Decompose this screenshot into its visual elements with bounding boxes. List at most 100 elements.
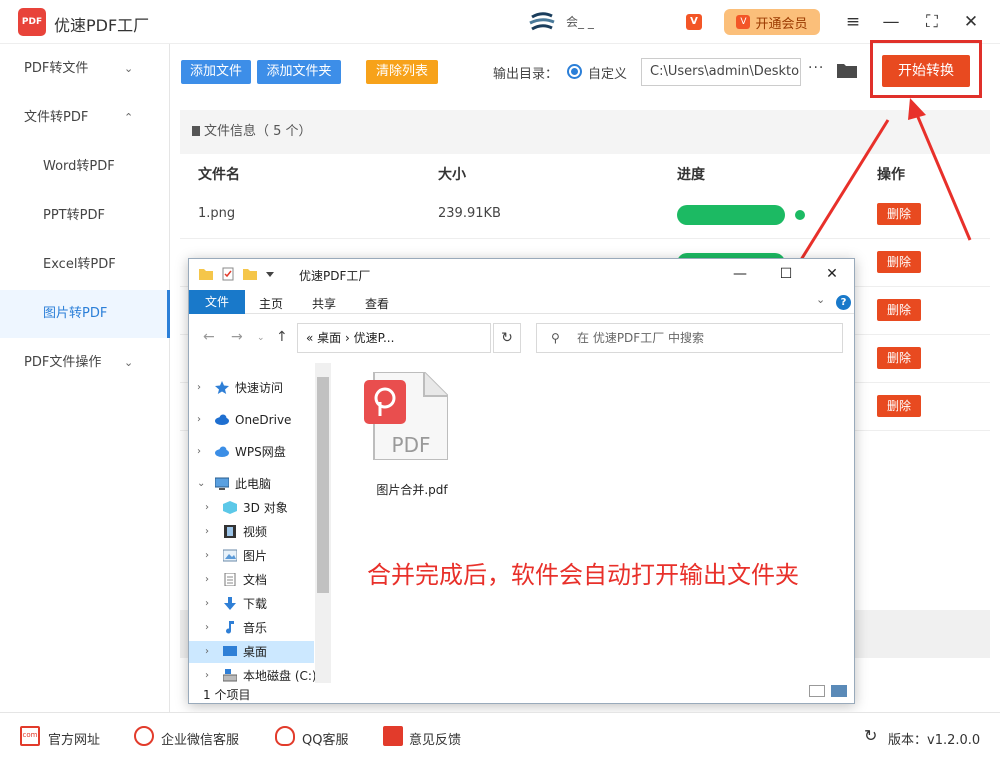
tree-item-this-pc[interactable]: ⌄ 此电脑	[189, 473, 314, 495]
expand-icon[interactable]: ›	[205, 569, 209, 591]
download-icon	[224, 597, 236, 610]
customize-quick-access-icon[interactable]	[263, 267, 277, 281]
expand-icon[interactable]: ›	[205, 665, 209, 687]
close-icon[interactable]: ✕	[817, 263, 847, 285]
folder-icon[interactable]	[199, 267, 213, 281]
expand-icon[interactable]: ›	[205, 641, 209, 663]
tree-item-wps-cloud[interactable]: › WPS网盘	[189, 441, 314, 463]
sidebar-item-pdf-operations[interactable]: PDF文件操作 ⌄	[0, 339, 170, 387]
video-icon	[224, 525, 236, 538]
search-placeholder: 在 优速PDF工厂 中搜索	[577, 331, 705, 345]
sidebar-item-label: PDF文件操作	[24, 355, 102, 370]
expand-icon[interactable]: ›	[205, 521, 209, 543]
more-options-button[interactable]: ···	[808, 60, 824, 76]
clear-list-button[interactable]: 清除列表	[366, 60, 438, 84]
sidebar-item-file-to-pdf[interactable]: 文件转PDF ⌃	[0, 94, 170, 142]
folder-icon[interactable]	[837, 62, 857, 78]
document-icon	[224, 573, 236, 586]
delete-button[interactable]: 删除	[877, 251, 921, 273]
qq-icon	[275, 726, 295, 746]
forward-icon[interactable]: →	[231, 329, 243, 345]
add-folder-button[interactable]: 添加文件夹	[257, 60, 341, 84]
help-icon[interactable]: ?	[836, 295, 851, 310]
scrollbar-thumb[interactable]	[317, 377, 329, 593]
tab-home[interactable]: 主页	[259, 295, 283, 312]
expand-icon[interactable]: ›	[197, 377, 201, 399]
app-title: 优速PDF工厂	[54, 16, 150, 35]
recent-locations-icon[interactable]: ⌄	[257, 333, 265, 343]
title-bar: PDF 优速PDF工厂 会_ _ V V 开通会员 ≡ — ⛶ ✕	[0, 0, 1000, 44]
custom-radio[interactable]	[567, 64, 582, 79]
sidebar-item-ppt-to-pdf[interactable]: PPT转PDF	[0, 192, 170, 240]
delete-button[interactable]: 删除	[877, 347, 921, 369]
details-view-icon[interactable]	[809, 685, 825, 697]
tree-item-downloads[interactable]: › 下载	[189, 593, 314, 615]
expand-icon[interactable]: ›	[205, 497, 209, 519]
sidebar-item-pdf-to-file[interactable]: PDF转文件 ⌄	[0, 45, 170, 93]
tree-item-onedrive[interactable]: › OneDrive	[189, 409, 314, 431]
refresh-icon[interactable]: ↻	[493, 323, 521, 353]
expand-icon[interactable]: ›	[197, 409, 201, 431]
file-name-label[interactable]: 图片合并.pdf	[364, 481, 460, 498]
pdf-file-icon[interactable]: PDF	[364, 372, 448, 460]
delete-button[interactable]: 删除	[877, 395, 921, 417]
tab-view[interactable]: 查看	[365, 295, 389, 312]
delete-button[interactable]: 删除	[877, 299, 921, 321]
sidebar-item-image-to-pdf[interactable]: 图片转PDF	[0, 290, 170, 338]
vip-button[interactable]: V 开通会员	[724, 9, 820, 35]
expand-icon[interactable]: ›	[205, 593, 209, 615]
refresh-icon[interactable]: ↻	[864, 726, 877, 745]
tab-file[interactable]: 文件	[189, 290, 245, 314]
tree-scrollbar[interactable]	[315, 363, 331, 683]
wechat-service-link[interactable]: 企业微信客服	[161, 729, 239, 748]
sidebar-item-word-to-pdf[interactable]: Word转PDF	[0, 143, 170, 191]
maximize-icon[interactable]: ⛶	[920, 10, 944, 34]
minimize-icon[interactable]: —	[879, 10, 903, 34]
properties-icon[interactable]	[221, 267, 235, 281]
tree-item-3d-objects[interactable]: › 3D 对象	[189, 497, 314, 519]
large-icons-view-icon[interactable]	[831, 685, 847, 697]
close-icon[interactable]: ✕	[959, 10, 983, 34]
tree-item-desktop[interactable]: › 桌面	[189, 641, 314, 663]
tab-share[interactable]: 共享	[312, 295, 336, 312]
sidebar-item-excel-to-pdf[interactable]: Excel转PDF	[0, 241, 170, 289]
tree-item-videos[interactable]: › 视频	[189, 521, 314, 543]
collapse-icon[interactable]: ⌄	[197, 473, 205, 495]
expand-icon[interactable]: ›	[197, 441, 201, 463]
tree-item-local-disk[interactable]: › 本地磁盘 (C:)	[189, 665, 317, 687]
back-icon[interactable]: ←	[203, 329, 215, 345]
search-input[interactable]: ⚲ 在 优速PDF工厂 中搜索	[536, 323, 843, 353]
up-icon[interactable]: ↑	[276, 329, 288, 345]
tree-item-pictures[interactable]: › 图片	[189, 545, 314, 567]
website-icon: com	[20, 726, 40, 746]
menu-icon[interactable]: ≡	[841, 10, 865, 34]
new-folder-icon[interactable]	[243, 267, 257, 281]
feedback-link[interactable]: 意见反馈	[409, 729, 461, 748]
sidebar-item-label: 图片转PDF	[43, 306, 108, 321]
start-convert-button[interactable]: 开始转换	[882, 55, 970, 87]
tree-item-music[interactable]: › 音乐	[189, 617, 314, 639]
user-name[interactable]: 会_ _	[566, 13, 594, 30]
ribbon-expand-icon[interactable]: ⌄	[816, 293, 825, 306]
search-icon: ⚲	[551, 331, 560, 345]
tree-item-quick-access[interactable]: › 快速访问	[189, 377, 314, 399]
website-link[interactable]: 官方网址	[48, 729, 100, 748]
custom-radio-label[interactable]: 自定义	[588, 63, 627, 82]
sidebar-item-label: Excel转PDF	[43, 257, 116, 272]
wps-cloud-icon	[215, 446, 229, 457]
vip-small-icon[interactable]: V	[686, 14, 702, 30]
maximize-icon[interactable]: ☐	[771, 263, 801, 285]
expand-icon[interactable]: ›	[205, 617, 209, 639]
user-logo-icon	[529, 12, 555, 31]
output-path-field[interactable]: C:\Users\admin\Deskto	[641, 58, 801, 86]
address-bar[interactable]: « 桌面 › 优速P...	[297, 323, 491, 353]
vip-label: 开通会员	[755, 16, 808, 32]
expand-icon[interactable]: ›	[205, 545, 209, 567]
version-text: 版本：v1.2.0.0	[888, 733, 981, 748]
delete-button[interactable]: 删除	[877, 203, 921, 225]
minimize-icon[interactable]: —	[725, 263, 755, 285]
tree-item-documents[interactable]: › 文档	[189, 569, 314, 591]
file-size: 239.91KB	[438, 206, 501, 221]
qq-service-link[interactable]: QQ客服	[302, 729, 348, 748]
add-file-button[interactable]: 添加文件	[181, 60, 251, 84]
